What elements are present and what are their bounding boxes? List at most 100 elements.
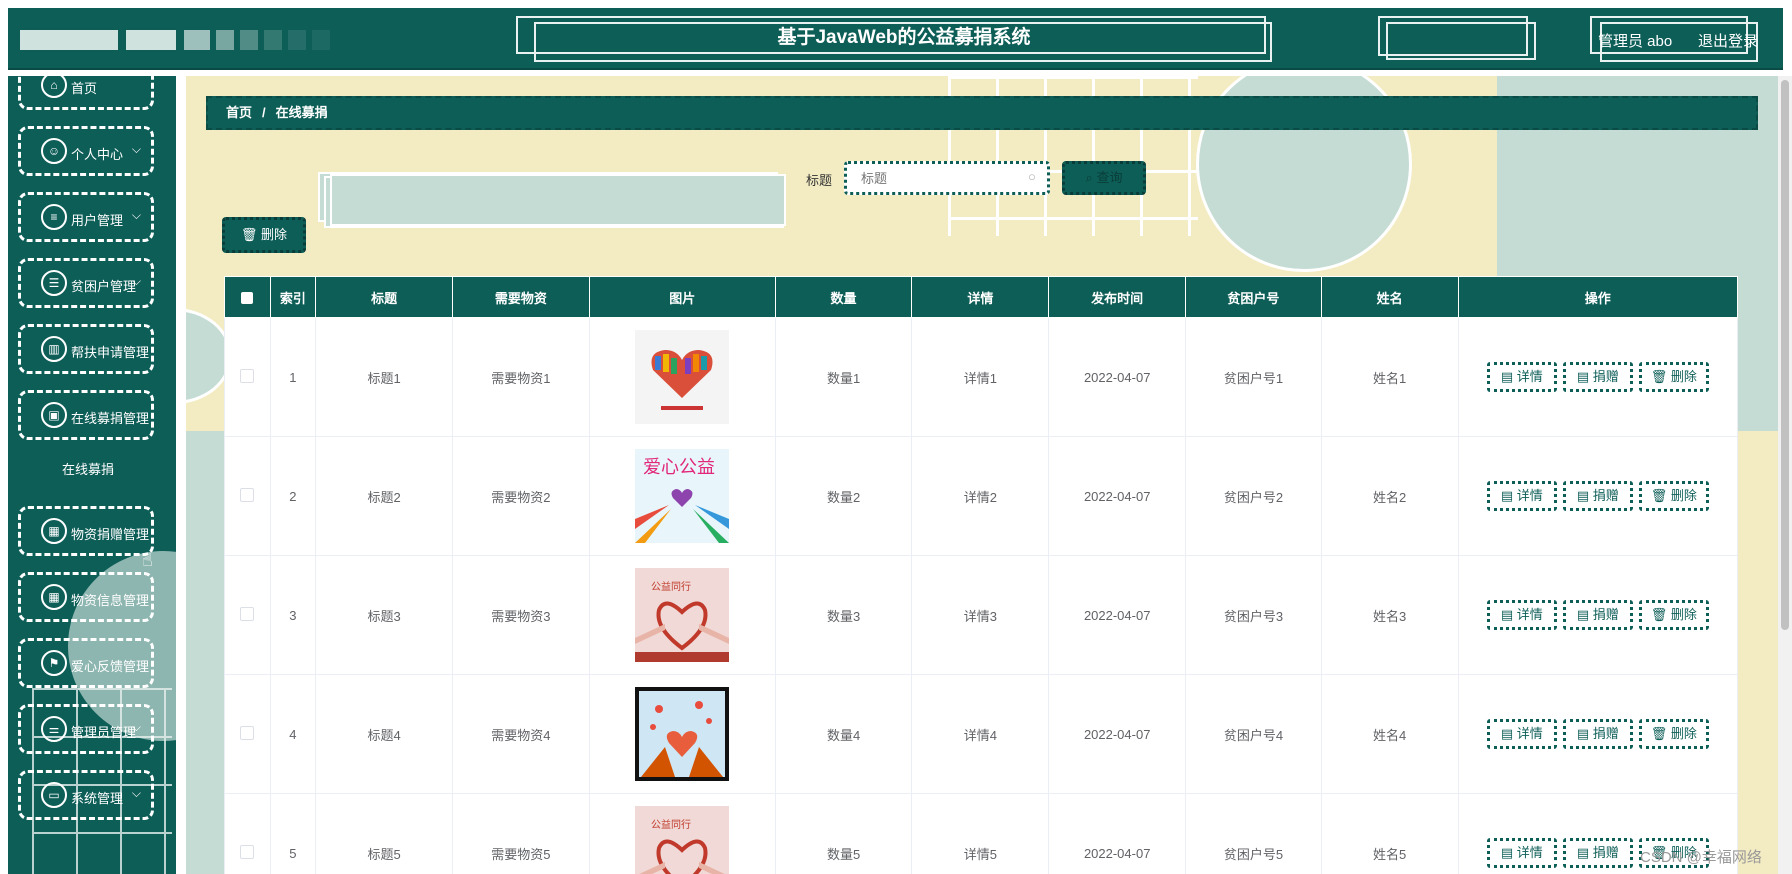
donate-button[interactable]: ▤ 捐赠	[1562, 719, 1633, 749]
sidebar-item-system-management[interactable]: ▭ 系统管理 ⌵	[18, 770, 154, 820]
svg-text:爱心公益: 爱心公益	[643, 457, 715, 478]
table-row: 4 标题4 需要物资4 数量4 详情4 2022-04-07 贫困户号4 姓名4 ▤ 详情 ▤ 捐…	[224, 674, 1739, 794]
search-title-input[interactable]	[844, 161, 1050, 195]
monitor-icon: ▭	[41, 782, 67, 808]
trash-icon: 🗑	[1650, 726, 1671, 741]
chevron-down-icon: ⌵	[131, 274, 141, 288]
background-decoration	[330, 174, 786, 226]
detail-button-label: 详情	[1516, 607, 1543, 622]
chevron-down-icon: ⌵	[131, 208, 141, 222]
donate-button[interactable]: ▤ 捐赠	[1562, 838, 1633, 868]
cell-index: 5	[269, 793, 317, 874]
trash-icon: 🗑	[1650, 488, 1671, 503]
header-decoration	[126, 30, 176, 50]
document-icon: ▤	[1500, 726, 1517, 741]
logout-link[interactable]: 退出登录	[1698, 30, 1758, 51]
sidebar-item-personal-center[interactable]: ☺ 个人中心 ⌵	[18, 126, 154, 176]
cell-date: 2022-04-07	[1048, 555, 1187, 675]
donation-image: 公益同行	[635, 568, 730, 662]
top-header: 基于JavaWeb的公益募捐系统 管理员 abo 退出登录	[8, 8, 1783, 70]
cell-name: 姓名2	[1320, 436, 1459, 556]
donate-button[interactable]: ▤ 捐赠	[1562, 481, 1633, 511]
delete-button-label: 删除	[1670, 488, 1697, 503]
column-header: 发布时间	[1048, 276, 1187, 318]
donate-button[interactable]: ▤ 捐赠	[1562, 362, 1633, 392]
cell-title: 标题5	[315, 793, 453, 874]
sidebar-item-material-donation-management[interactable]: ▦ 物资捐赠管理	[18, 506, 154, 556]
detail-button[interactable]: ▤ 详情	[1486, 481, 1557, 511]
donate-button-label: 捐赠	[1592, 369, 1619, 384]
cell-household: 贫困户号3	[1185, 555, 1322, 675]
bulk-delete-label: 删除	[261, 227, 288, 242]
scrollbar-thumb[interactable]	[1781, 80, 1789, 630]
sidebar-item-feedback-management[interactable]: ⚑ 爱心反馈管理	[18, 638, 154, 688]
select-all-checkbox[interactable]	[224, 276, 271, 318]
bulk-delete-button[interactable]: 🗑 删除	[222, 217, 306, 253]
sidebar-item-label: 贫困户管理	[71, 279, 137, 294]
sidebar-item-user-management[interactable]: ≡ 用户管理 ⌵	[18, 192, 154, 242]
sidebar-item-aid-application-management[interactable]: ▥ 帮扶申请管理	[18, 324, 154, 374]
donation-image	[635, 687, 730, 781]
app-title: 基于JavaWeb的公益募捐系统	[777, 27, 1031, 48]
donation-image: 公益同行	[635, 806, 730, 874]
row-checkbox[interactable]	[224, 317, 271, 437]
breadcrumb-home[interactable]: 首页	[226, 105, 252, 120]
delete-button[interactable]: 🗑 删除	[1638, 600, 1709, 630]
donate-button[interactable]: ▤ 捐赠	[1562, 600, 1633, 630]
sidebar-item-label: 物资捐赠管理	[71, 527, 150, 542]
cell-quantity: 数量4	[774, 674, 913, 794]
detail-button[interactable]: ▤ 详情	[1486, 838, 1557, 868]
sidebar-item-poor-household-management[interactable]: ☰ 贫困户管理 ⌵	[18, 258, 154, 308]
search-button[interactable]: ⌕ 查询	[1062, 161, 1146, 195]
sidebar-item-material-info-management[interactable]: ▦ 物资信息管理	[18, 572, 154, 622]
table-header-row: 索引 标题 需要物资 图片 数量 详情 发布时间 贫困户号 姓名 操作	[224, 276, 1739, 318]
detail-button[interactable]: ▤ 详情	[1486, 719, 1557, 749]
detail-button-label: 详情	[1516, 488, 1543, 503]
header-decoration	[20, 30, 118, 50]
cell-quantity: 数量2	[774, 436, 913, 556]
column-header: 需要物资	[452, 276, 590, 318]
sidebar-item-label: 物资信息管理	[71, 593, 150, 608]
sidebar-item-label: 用户管理	[71, 213, 124, 228]
row-checkbox[interactable]	[224, 436, 271, 556]
flag-icon: ⚑	[41, 650, 67, 676]
column-header: 操作	[1457, 276, 1739, 318]
cell-household: 贫困户号5	[1185, 793, 1322, 874]
cell-date: 2022-04-07	[1048, 793, 1187, 874]
donate-button-label: 捐赠	[1592, 488, 1619, 503]
list-icon: ☰	[41, 270, 67, 296]
sidebar-item-home[interactable]: ⌂ 首页	[18, 76, 154, 110]
document-icon: ▤	[1500, 488, 1517, 503]
sidebar-subitem-online-donation[interactable]: 在线募捐	[18, 446, 158, 494]
header-decoration	[288, 30, 306, 50]
delete-button[interactable]: 🗑 删除	[1638, 362, 1709, 392]
row-checkbox[interactable]	[224, 674, 271, 794]
sidebar-item-online-donation-management[interactable]: ▣ 在线募捐管理	[18, 390, 154, 440]
delete-button[interactable]: 🗑 删除	[1638, 481, 1709, 511]
row-checkbox[interactable]	[224, 555, 271, 675]
search-icon: ○	[1028, 169, 1036, 184]
document-icon: ▤	[1576, 607, 1593, 622]
background-decoration	[186, 431, 226, 874]
detail-button[interactable]: ▤ 详情	[1486, 600, 1557, 630]
main-content: 首页 / 在线募捐 标题 ○ ⌕ 查询 🗑 删除 索引 标题 需要物资 图片 数量 …	[186, 76, 1782, 874]
sidebar-item-admin-management[interactable]: ⚌ 管理员管理 ⌵	[18, 704, 154, 754]
sidebar-item-label: 爱心反馈管理	[71, 659, 150, 674]
column-header: 数量	[774, 276, 913, 318]
chevron-down-icon: ⌵	[131, 786, 141, 800]
cell-index: 3	[269, 555, 317, 675]
cell-image: 爱心公益	[588, 436, 776, 556]
delete-button[interactable]: 🗑 删除	[1638, 719, 1709, 749]
page-scrollbar[interactable]	[1778, 76, 1792, 874]
sidebar-item-label: 管理员管理	[71, 725, 137, 740]
cell-household: 贫困户号4	[1185, 674, 1322, 794]
current-user-label: 管理员 abo	[1598, 33, 1673, 50]
row-checkbox[interactable]	[224, 793, 271, 874]
cell-date: 2022-04-07	[1048, 436, 1187, 556]
detail-button[interactable]: ▤ 详情	[1486, 362, 1557, 392]
cell-quantity: 数量1	[774, 317, 913, 437]
header-decoration	[184, 30, 210, 50]
column-header: 详情	[911, 276, 1050, 318]
cell-detail: 详情1	[911, 317, 1050, 437]
watermark: CSDN @幸福网络	[1640, 849, 1762, 866]
